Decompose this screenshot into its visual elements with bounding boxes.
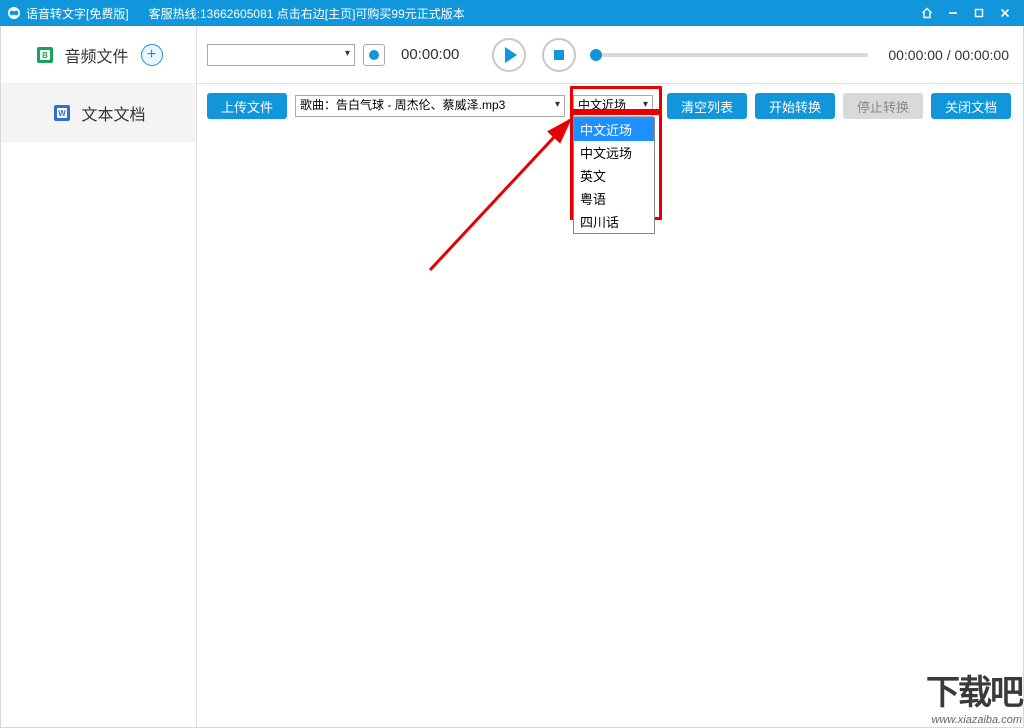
app-title: 语音转文字[免费版] xyxy=(26,5,129,22)
watermark-text: 下载吧 xyxy=(926,665,1022,714)
close-doc-button[interactable]: 关闭文档 xyxy=(931,93,1011,119)
file-combobox[interactable]: 歌曲：告白气球 - 周杰伦、蔡威泽.mp3 xyxy=(295,95,565,117)
audio-file-icon: B xyxy=(34,44,56,66)
language-combobox[interactable]: 中文近场 xyxy=(573,95,653,117)
minimize-button[interactable] xyxy=(940,0,966,26)
close-button[interactable] xyxy=(992,0,1018,26)
lang-option[interactable]: 粤语 xyxy=(574,187,654,210)
record-time: 00:00:00 xyxy=(401,46,476,63)
upload-button[interactable]: 上传文件 xyxy=(207,93,287,119)
start-button[interactable]: 开始转换 xyxy=(755,93,835,119)
record-button[interactable] xyxy=(363,44,385,66)
device-combobox[interactable] xyxy=(207,44,355,66)
titlebar: 语音转文字[免费版] 客服热线:13662605081 点击右边[主页]可购买9… xyxy=(0,0,1024,26)
language-dropdown: 中文近场 中文远场 英文 粤语 四川话 xyxy=(573,117,655,234)
playback-time: 00:00:00 / 00:00:00 xyxy=(888,47,1009,63)
seek-slider[interactable] xyxy=(596,53,868,57)
hotline-text: 客服热线:13662605081 点击右边[主页]可购买99元正式版本 xyxy=(149,5,465,22)
sidebar-item-label: 音频文件 xyxy=(64,43,128,67)
watermark: 下载吧 www.xiazaiba.com xyxy=(926,665,1022,726)
lang-option[interactable]: 中文远场 xyxy=(574,141,654,164)
sidebar-item-text[interactable]: W 文本文档 xyxy=(1,84,196,142)
sidebar-item-audio[interactable]: B 音频文件 + xyxy=(1,26,196,84)
main-area: 00:00:00 00:00:00 / 00:00:00 上传文件 歌曲：告白气… xyxy=(197,26,1023,727)
stop-convert-button: 停止转换 xyxy=(843,93,923,119)
watermark-url: www.xiazaiba.com xyxy=(926,714,1022,726)
lang-option[interactable]: 英文 xyxy=(574,164,654,187)
play-icon xyxy=(505,47,517,63)
lang-option[interactable]: 中文近场 xyxy=(574,118,654,141)
lang-option[interactable]: 四川话 xyxy=(574,210,654,233)
record-icon xyxy=(369,50,379,60)
text-doc-icon: W xyxy=(51,102,73,124)
play-button[interactable] xyxy=(492,38,526,72)
svg-text:B: B xyxy=(43,51,49,60)
home-button[interactable] xyxy=(914,0,940,26)
add-audio-button[interactable]: + xyxy=(141,44,163,66)
toolbar: 上传文件 歌曲：告白气球 - 周杰伦、蔡威泽.mp3 中文近场 中文近场 中文远… xyxy=(197,84,1023,128)
stop-icon xyxy=(554,50,564,60)
svg-text:W: W xyxy=(59,109,67,118)
sidebar-item-label: 文本文档 xyxy=(81,101,145,125)
maximize-button[interactable] xyxy=(966,0,992,26)
clear-button[interactable]: 清空列表 xyxy=(667,93,747,119)
sidebar: B 音频文件 + W 文本文档 xyxy=(1,26,197,727)
seek-thumb[interactable] xyxy=(590,49,602,61)
stop-button[interactable] xyxy=(542,38,576,72)
app-icon xyxy=(6,5,22,21)
player-bar: 00:00:00 00:00:00 / 00:00:00 xyxy=(197,26,1023,84)
